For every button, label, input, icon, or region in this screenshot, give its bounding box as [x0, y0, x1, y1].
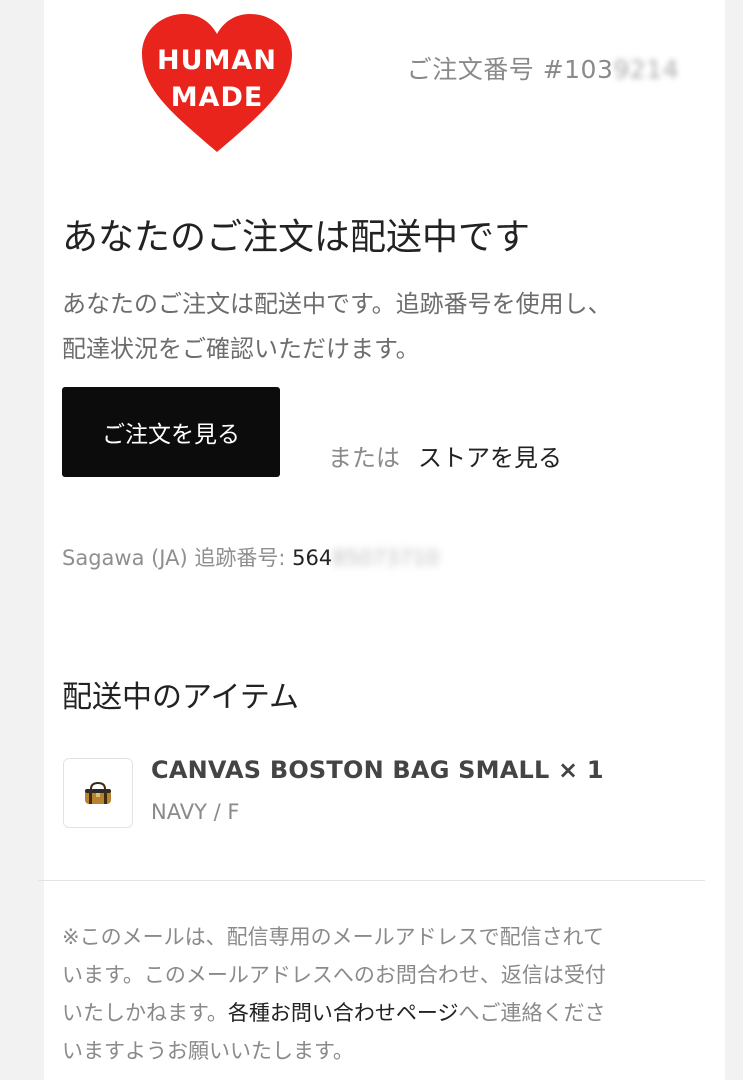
shipping-description: あなたのご注文は配送中です。追跡番号を使用し、 配達状況をご確認いただけます。	[62, 282, 682, 372]
or-label: または	[328, 444, 400, 472]
footer-line-3-suffix: へご連絡くださ	[458, 1001, 606, 1025]
logo-text-human: HUMAN	[157, 45, 277, 76]
bag-icon	[85, 781, 111, 804]
tracking-number-obscured: 85073710	[332, 546, 440, 570]
footer-line-3-prefix: いたしかねます。	[62, 1001, 228, 1025]
divider	[38, 880, 705, 881]
page-title: あなたのご注文は配送中です	[62, 217, 531, 258]
footer-line-1: ※このメールは、配信専用のメールアドレスで配信されて	[62, 925, 604, 949]
description-line-1: あなたのご注文は配送中です。追跡番号を使用し、	[62, 290, 612, 318]
human-made-logo: HUMAN MADE	[142, 14, 292, 152]
item-variant: NAVY / F	[151, 800, 240, 824]
contact-page-link[interactable]: 各種お問い合わせページ	[228, 1001, 459, 1025]
email-card: HUMAN MADE ご注文番号 #1039214 あなたのご注文は配送中です …	[38, 0, 725, 1080]
view-store-link[interactable]: ストアを見る	[418, 438, 562, 473]
order-number-visible: ご注文番号 #103	[406, 55, 614, 84]
tracking-number[interactable]: 564	[292, 546, 332, 570]
item-name[interactable]: CANVAS BOSTON BAG SMALL × 1	[151, 756, 604, 784]
order-number: ご注文番号 #1039214	[407, 50, 679, 86]
footer-line-3: いたしかねます。各種お問い合わせページへご連絡くださ	[62, 994, 682, 1032]
tracking-label: Sagawa (JA) 追跡番号:	[62, 546, 286, 570]
order-number-obscured: 9214	[613, 55, 679, 84]
tracking-info: Sagawa (JA) 追跡番号: 56485073710	[62, 542, 439, 572]
description-line-2: 配達状況をご確認いただけます。	[62, 335, 420, 363]
footer-line-2: います。このメールアドレスへのお問合わせ、返信は受付	[62, 963, 606, 987]
view-order-button[interactable]: ご注文を見る	[62, 387, 280, 477]
shipped-items-title: 配送中のアイテム	[62, 680, 299, 715]
item-thumbnail[interactable]	[63, 758, 133, 828]
logo-text-made: MADE	[171, 82, 264, 113]
footer-line-4: いますようお願いいたします。	[62, 1039, 354, 1063]
footer-notice: ※このメールは、配信専用のメールアドレスで配信されて います。このメールアドレス…	[62, 918, 682, 1070]
